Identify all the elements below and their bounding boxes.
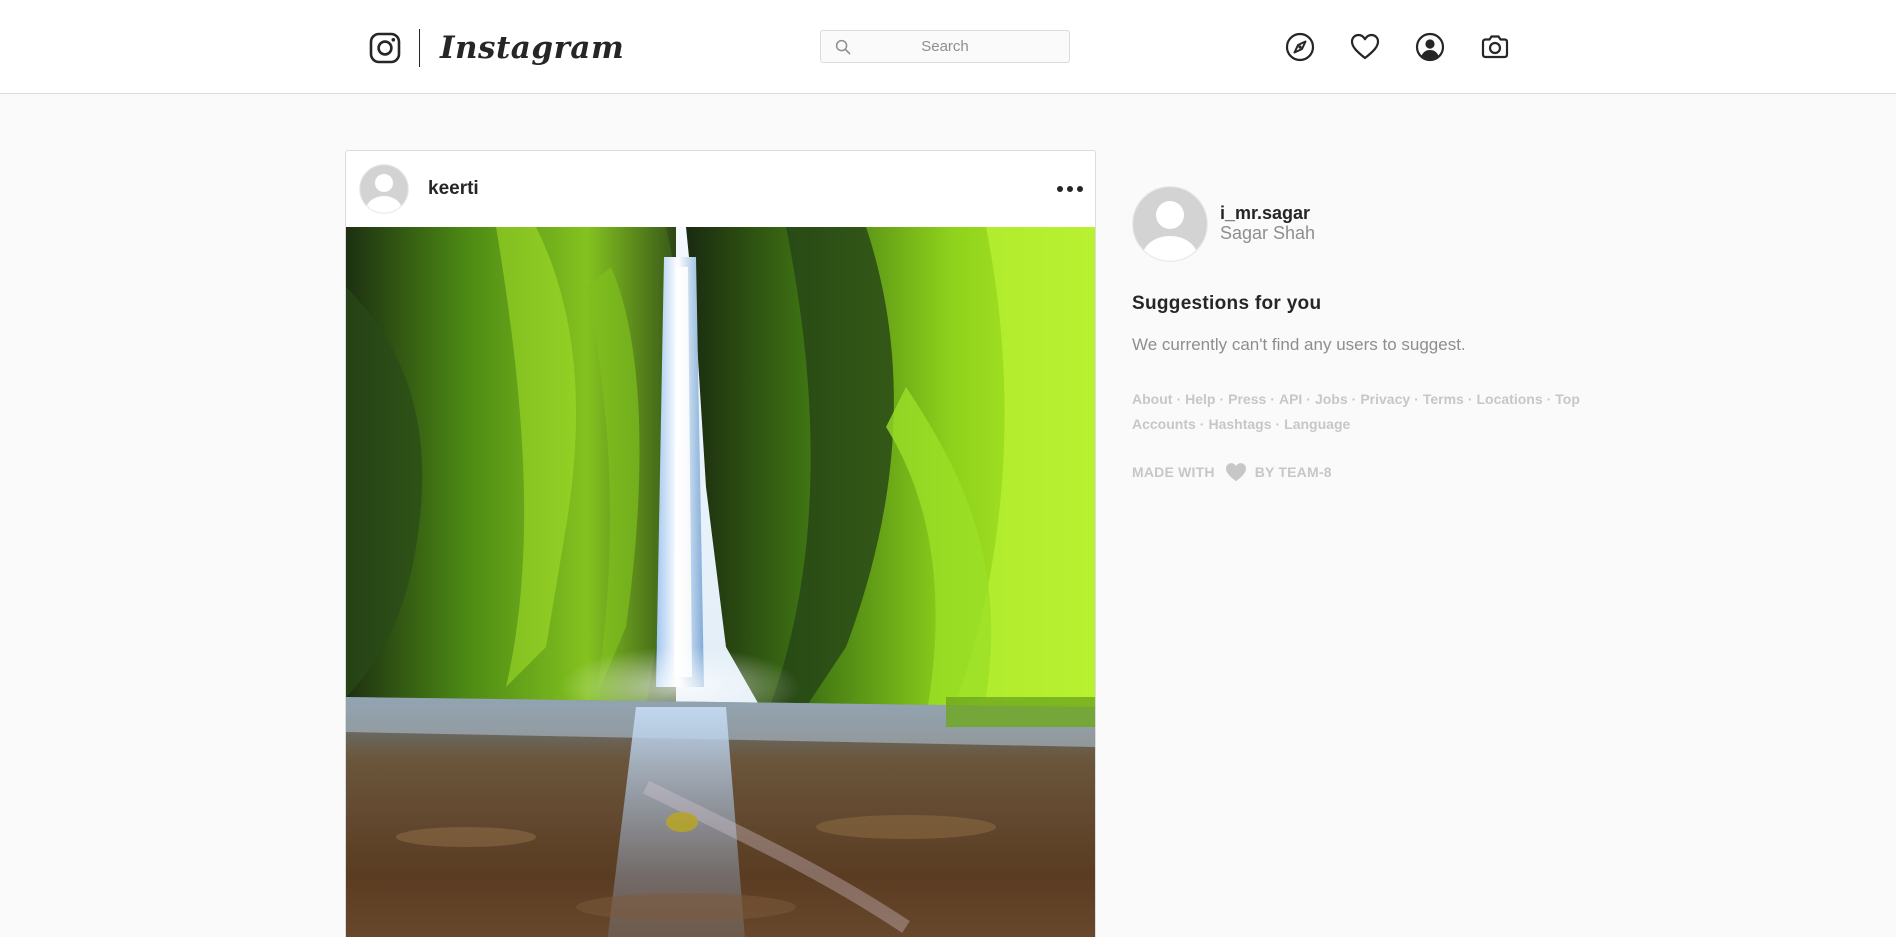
post-header: keerti [346,151,1095,227]
footer-link-press[interactable]: Press [1228,391,1266,407]
suggestions-empty-message: We currently can't find any users to sug… [1132,335,1466,354]
suggestions-heading: Suggestions for you [1132,293,1322,314]
post-photo[interactable] [346,227,1095,937]
more-options-icon[interactable] [1057,179,1083,199]
made-with-prefix: MADE WITH [1132,464,1215,480]
footer-link-language[interactable]: Language [1284,416,1350,432]
made-with-credit: MADE WITH BY TEAM-8 [1132,462,1332,482]
feed-post: keerti [345,150,1096,937]
current-user-full-name: Sagar Shah [1220,223,1316,243]
footer-link-about[interactable]: About [1132,391,1172,407]
footer-link-jobs[interactable]: Jobs [1315,391,1348,407]
current-user-avatar[interactable] [1132,186,1208,262]
heart-icon [1225,463,1246,482]
post-avatar[interactable] [359,164,409,214]
camera-icon[interactable] [1479,30,1511,64]
footer-links: About · Help · Press · API · Jobs · Privacy · Terms ·… [1132,391,1580,432]
made-with-suffix: BY TEAM-8 [1254,464,1332,480]
explore-compass-icon[interactable] [1284,30,1316,64]
footer-link-api[interactable]: API [1279,391,1302,407]
brand-divider [419,29,420,67]
activity-heart-icon[interactable] [1349,30,1381,64]
current-user-card: i_mr.sagar Sagar Shah [1132,186,1592,264]
footer-link-hashtags[interactable]: Hashtags [1208,416,1271,432]
footer-link-terms[interactable]: Terms [1423,391,1464,407]
footer-link-help[interactable]: Help [1185,391,1215,407]
brand-logo[interactable]: Instagram [369,28,624,68]
footer-link-locations[interactable]: Locations [1476,391,1542,407]
footer-link-privacy[interactable]: Privacy [1360,391,1410,407]
search-box[interactable] [820,30,1070,63]
search-input[interactable] [821,31,1069,62]
brand-wordmark: Instagram [440,30,625,66]
current-user-handle[interactable]: i_mr.sagar [1220,203,1310,223]
post-username[interactable]: keerti [428,177,479,201]
sidebar: i_mr.sagar Sagar Shah Suggestions for yo… [1132,186,1592,482]
top-navigation-bar: Instagram [0,0,1896,94]
instagram-glyph-icon [369,32,401,64]
profile-icon[interactable] [1414,30,1446,64]
